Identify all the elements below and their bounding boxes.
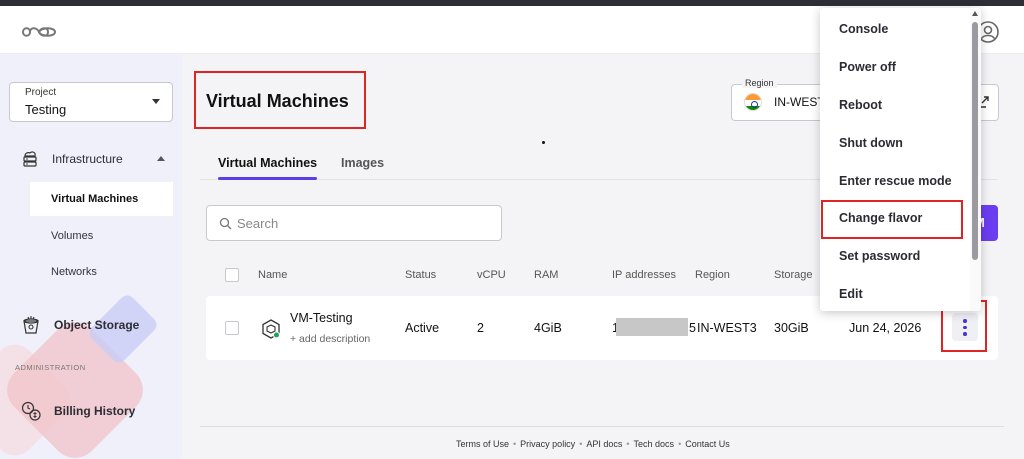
tab-images[interactable]: Images [341, 156, 384, 170]
menu-item-power-off[interactable]: Power off [820, 48, 970, 86]
project-selector[interactable]: Project Testing [9, 82, 173, 122]
vm-storage: 30GiB [774, 321, 809, 335]
vm-name[interactable]: VM-Testing [290, 311, 353, 325]
menu-item-console[interactable]: Console [820, 10, 970, 48]
vm-created-date: Jun 24, 2026 [849, 321, 922, 335]
vm-region: IN-WEST3 [697, 321, 757, 335]
sidebar-section-object-storage[interactable]: Object Storage [20, 314, 139, 336]
sidebar-section-billing-history[interactable]: Billing History [20, 400, 135, 422]
sidebar-item-networks[interactable]: Networks [30, 255, 173, 289]
vm-cube-icon [262, 319, 280, 339]
menu-item-reboot[interactable]: Reboot [820, 86, 970, 124]
region-label: Region [742, 78, 777, 88]
stray-dot [542, 141, 545, 144]
billing-clock-icon [21, 401, 41, 421]
column-header-vcpu[interactable]: vCPU [477, 269, 506, 281]
column-header-name[interactable]: Name [258, 269, 287, 281]
india-flag-icon [744, 93, 762, 111]
vm-actions-menu: Console Power off Reboot Shut down Enter… [820, 8, 981, 311]
footer-divider [200, 426, 1004, 427]
menu-item-rescue-mode[interactable]: Enter rescue mode [820, 162, 970, 200]
footer-link-contact[interactable]: Contact Us [685, 439, 730, 449]
administration-heading: ADMINISTRATION [15, 363, 86, 372]
annotation-highlight-box [821, 200, 963, 239]
column-header-ram[interactable]: RAM [534, 269, 558, 281]
vm-ip-suffix: 5 [689, 321, 696, 335]
sidebar-section-label: Infrastructure [52, 152, 123, 166]
vm-vcpu: 2 [477, 321, 484, 335]
column-header-status[interactable]: Status [405, 269, 436, 281]
search-icon [219, 217, 232, 230]
project-value: Testing [25, 102, 67, 117]
menu-item-shut-down[interactable]: Shut down [820, 124, 970, 162]
redacted-ip-block [616, 318, 688, 336]
row-checkbox[interactable] [225, 321, 239, 335]
footer-link-tech-docs[interactable]: Tech docs [634, 439, 675, 449]
footer-link-api-docs[interactable]: API docs [586, 439, 622, 449]
footer-links: Terms of Use • Privacy policy • API docs • Tec… [456, 439, 730, 449]
select-all-checkbox[interactable] [225, 268, 239, 282]
infinity-logo-icon[interactable] [20, 24, 58, 40]
footer-link-terms[interactable]: Terms of Use [456, 439, 509, 449]
server-cloud-icon [23, 151, 37, 167]
footer-link-privacy[interactable]: Privacy policy [520, 439, 575, 449]
scrollbar-thumb[interactable] [972, 22, 978, 260]
menu-scrollbar[interactable] [970, 8, 981, 311]
project-label: Project [25, 87, 57, 98]
chevron-up-icon[interactable] [157, 156, 165, 161]
sidebar-item-virtual-machines[interactable]: Virtual Machines [30, 182, 173, 216]
sidebar-section-label: Object Storage [54, 318, 140, 332]
search-box [206, 205, 502, 241]
page-title: Virtual Machines [206, 91, 349, 111]
sidebar-item-volumes[interactable]: Volumes [30, 219, 173, 253]
sidebar-section-infrastructure[interactable]: Infrastructure [20, 149, 123, 169]
chevron-down-icon [152, 99, 160, 104]
scroll-up-arrow-icon[interactable] [972, 11, 978, 16]
vm-status: Active [405, 321, 440, 335]
sidebar: Project Testing Infrastructure Virtual M… [0, 55, 182, 459]
column-header-storage[interactable]: Storage [774, 269, 813, 281]
menu-item-set-password[interactable]: Set password [820, 237, 970, 275]
menu-item-edit[interactable]: Edit [820, 275, 970, 311]
column-header-region[interactable]: Region [695, 269, 730, 281]
sidebar-section-label: Billing History [54, 404, 136, 418]
storage-bucket-icon [23, 316, 39, 334]
tab-virtual-machines[interactable]: Virtual Machines [218, 156, 317, 170]
vm-ram: 4GiB [534, 321, 562, 335]
search-input[interactable] [237, 214, 487, 232]
active-tab-indicator [218, 177, 317, 180]
column-header-ip-addresses[interactable]: IP addresses [612, 269, 676, 281]
add-description-link[interactable]: + add description [290, 333, 370, 345]
